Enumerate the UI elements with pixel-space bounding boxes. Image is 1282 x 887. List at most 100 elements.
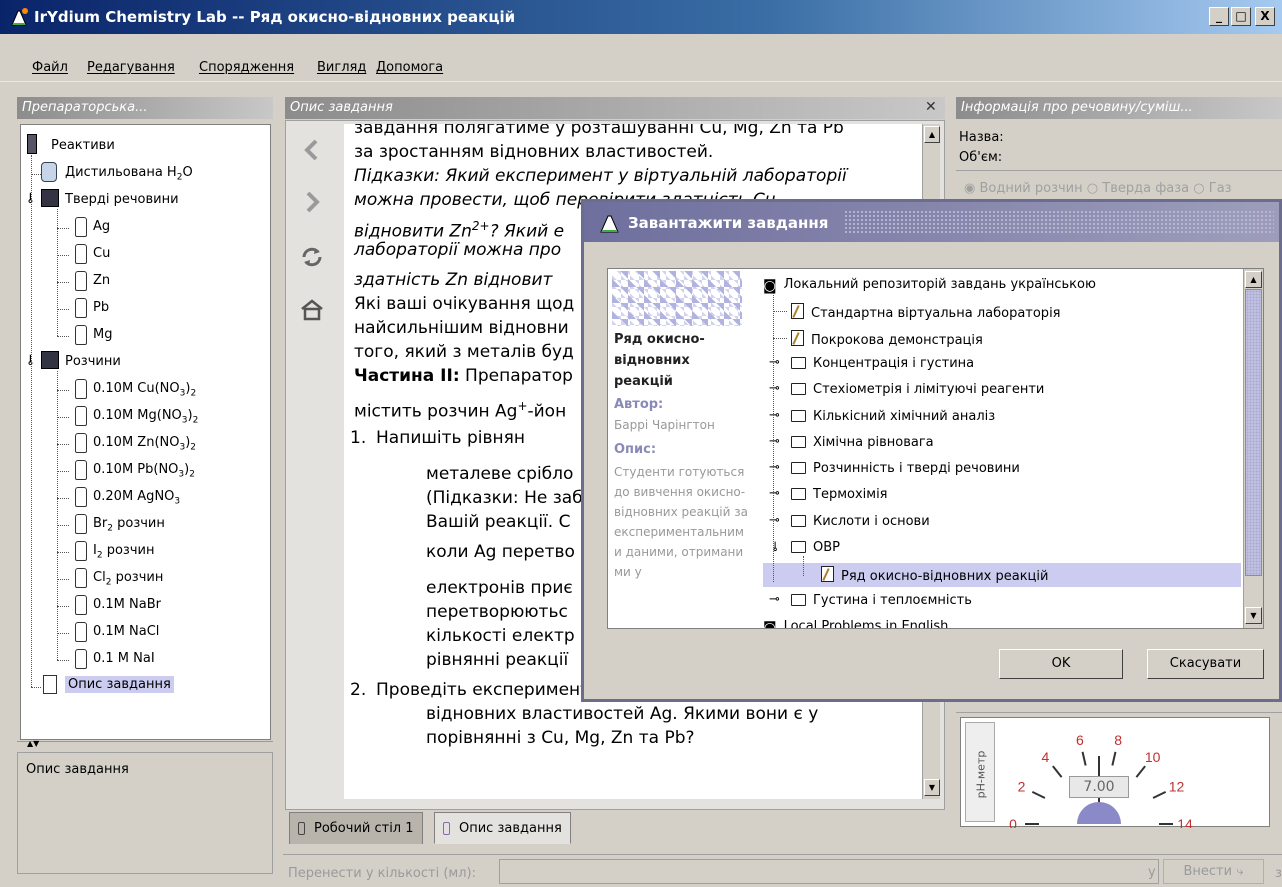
task-tree-item[interactable]: Кількісний хімічний аналіз <box>791 409 995 424</box>
expand-handle-icon[interactable]: ⊸ <box>767 541 782 552</box>
task-line: (Підказки: Не заб <box>426 488 583 508</box>
forward-arrow-icon[interactable] <box>302 190 322 214</box>
list-number: 2. <box>350 680 367 700</box>
ph-meter-gauge: 0 24 6 8 10 12 14 <box>1009 732 1193 828</box>
task-tree-item[interactable]: Термохімія <box>791 487 888 502</box>
ph-tick <box>1111 751 1117 766</box>
task-tree-label: Стандартна віртуальна лабораторія <box>811 306 1061 322</box>
task-line: здатність Zn відновит <box>354 270 553 290</box>
menu-edit[interactable]: Редагування <box>87 60 175 75</box>
stockroom-item-label: 0.10M Mg(NO3)2 <box>93 408 199 426</box>
radio-aqueous-icon[interactable]: ◉ <box>964 181 975 196</box>
close-task-icon[interactable]: ✕ <box>925 99 937 115</box>
stockroom-item-label: Дистильована H2O <box>65 165 193 183</box>
folder-icon <box>41 189 59 207</box>
expand-handle-icon[interactable]: ⊸ <box>769 355 780 370</box>
tab-task-description[interactable]: Опис завдання <box>434 812 571 844</box>
task-line: відновних властивостей Ag. Якими вони є … <box>426 704 819 724</box>
expand-handle-icon[interactable]: ⊸ <box>769 513 780 528</box>
radio-solid-icon[interactable]: ○ <box>1087 181 1098 196</box>
task-tree-label: ОВР <box>813 540 840 555</box>
task-line: Підказки: Який експеримент у віртуальній… <box>354 166 847 186</box>
close-button[interactable]: X <box>1255 7 1275 26</box>
expand-handle-icon[interactable]: ⊸ <box>769 460 780 475</box>
expand-handle-icon[interactable]: ⊸ <box>22 192 38 204</box>
expand-handle-icon[interactable]: ⊸ <box>769 592 780 607</box>
info-header: Інформація про речовину/суміш... <box>956 97 1282 119</box>
task-tree-item[interactable]: Кислоти і основи <box>791 514 930 529</box>
pour-icon: ⤷ <box>1236 864 1244 879</box>
refresh-icon[interactable] <box>299 244 325 270</box>
task-file-icon <box>791 303 804 320</box>
scroll-thumb[interactable] <box>1245 289 1262 576</box>
expand-handle-icon[interactable]: ⊸ <box>769 486 780 501</box>
transfer-amount-input[interactable] <box>499 859 1159 884</box>
expand-handle-icon[interactable]: ⊸ <box>22 354 38 366</box>
folder-icon <box>791 435 806 448</box>
ph-tick <box>1052 765 1063 778</box>
transfer-button[interactable]: Внести ⤷ <box>1163 859 1264 884</box>
phase-radio-group[interactable]: ◉ Водний розчин ○ Тверда фаза ○ Газ <box>964 181 1232 196</box>
task-line: рівнянні реакції <box>426 650 569 670</box>
ph-tick <box>1135 765 1146 778</box>
task-line: Які ваші очікування щод <box>354 294 575 314</box>
expand-handle-icon[interactable]: ⊸ <box>769 381 780 396</box>
task-file-icon <box>791 329 804 346</box>
stockroom-header: Препараторська... <box>17 97 273 119</box>
repository-icon: ◙ <box>763 619 777 628</box>
expand-handle-icon[interactable]: ⊸ <box>769 434 780 449</box>
task-line: кількості електр <box>426 626 575 646</box>
stockroom-item-label: Pb <box>93 300 110 315</box>
bottle-icon <box>75 514 87 534</box>
task-tree-item[interactable]: Хімічна рівновага <box>791 435 934 450</box>
task-line: того, який з металів буд <box>354 342 574 362</box>
task-tree-item[interactable]: ◙ Локальний репозиторій завдань українськ… <box>763 277 1096 294</box>
task-tree[interactable]: ◙ Локальний репозиторій завдань українськ… <box>763 269 1241 628</box>
menu-help[interactable]: Допомога <box>376 60 443 75</box>
bottle-icon <box>75 568 87 588</box>
stockroom-tree[interactable]: Реактиви Дистильована H2O Тверді речовини A… <box>20 124 271 740</box>
task-line: 1. Напишіть рівнян <box>350 428 525 448</box>
description-value: Студенти готуються до вивчення окисно-ві… <box>614 465 748 579</box>
stockroom-item-label: I2 розчин <box>93 543 155 561</box>
stockroom-item-label: 0.10M Pb(NO3)2 <box>93 462 195 480</box>
splitter[interactable]: ▲▼ <box>17 739 273 751</box>
ph-tick-label: 14 <box>1177 816 1193 828</box>
transfer-label: Перенести у кількості (мл): <box>288 866 476 881</box>
task-tree-item[interactable]: Густина і теплоємність <box>791 593 972 608</box>
folder-icon <box>41 351 59 369</box>
bottle-icon <box>75 271 87 291</box>
minimize-button[interactable]: _ <box>1209 7 1229 26</box>
cancel-button[interactable]: Скасувати <box>1147 649 1264 679</box>
ph-tick-label: 10 <box>1145 749 1161 765</box>
home-icon[interactable] <box>300 298 324 322</box>
stockroom-item-label: Br2 розчин <box>93 516 165 534</box>
ph-tick-label: 4 <box>1041 749 1049 765</box>
stockroom-description-label: Опис завдання <box>26 762 129 777</box>
task-tree-item[interactable]: Розчинність і тверді речовини <box>791 461 1020 476</box>
task-tree-item[interactable]: Покрокова демонстрація <box>791 329 983 348</box>
expand-handle-icon[interactable]: ⊸ <box>769 408 780 423</box>
task-tree-item[interactable]: Стехіометрія і лімітуючі реагенти <box>791 382 1044 397</box>
task-tree-item[interactable]: Стандартна віртуальна лабораторія <box>791 303 1061 321</box>
menu-equipment[interactable]: Спорядження <box>199 60 294 75</box>
transfer-to-label: у <box>1148 865 1156 880</box>
task-tree-scrollbar[interactable]: ▲ ▼ <box>1243 269 1263 628</box>
task-tree-item[interactable]: ОВР <box>791 540 840 555</box>
ph-needle-hub <box>1077 802 1121 824</box>
menu-bar: Файл Редагування Спорядження Вигляд Допо… <box>0 54 1282 82</box>
back-arrow-icon[interactable] <box>302 138 322 162</box>
task-tree-item[interactable]: Ряд окисно-відновних реакцій <box>763 563 1241 588</box>
stockroom-item-label: Zn <box>93 273 111 288</box>
menu-view[interactable]: Вигляд <box>317 60 366 75</box>
task-tree-item[interactable]: Концентрація і густина <box>791 356 974 371</box>
ph-tick-label: 6 <box>1076 732 1084 748</box>
task-line: Вашій реакції. С <box>426 512 571 532</box>
ok-button[interactable]: OK <box>999 649 1123 679</box>
bottle-icon <box>75 649 87 669</box>
tab-workbench[interactable]: Робочий стіл 1 <box>289 812 423 844</box>
radio-gas-icon[interactable]: ○ <box>1193 181 1204 196</box>
menu-file[interactable]: Файл <box>32 60 68 75</box>
task-tree-item[interactable]: ◙ Local Problems in English <box>763 619 948 628</box>
maximize-button[interactable]: □ <box>1231 7 1251 26</box>
